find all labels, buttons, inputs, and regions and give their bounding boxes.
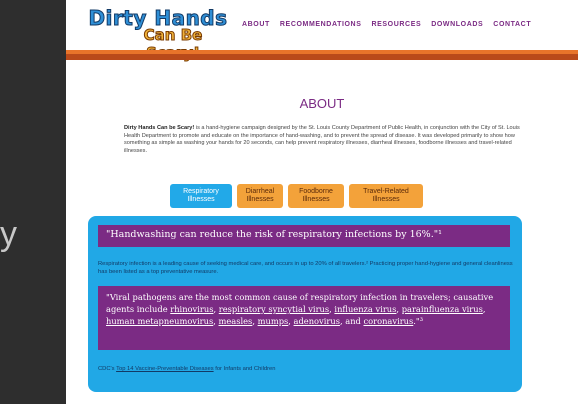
link-human-metapneumovirus[interactable]: human metapneumovirus (106, 316, 213, 326)
link-influenza-virus[interactable]: influenza virus (334, 304, 396, 314)
background-glyph: y (0, 215, 17, 253)
nav-contact[interactable]: CONTACT (493, 21, 531, 28)
link-coronavirus[interactable]: coronavirus (363, 316, 413, 326)
nav-downloads[interactable]: DOWNLOADS (431, 21, 483, 28)
page-title: ABOUT (299, 96, 345, 111)
link-measles[interactable]: measles (219, 316, 253, 326)
link-rhinovirus[interactable]: rhinovirus (170, 304, 213, 314)
tab-diarrheal[interactable]: Diarrheal Illnesses (237, 184, 283, 208)
link-cdc-vaccine-diseases[interactable]: Top 14 Vaccine-Preventable Diseases (116, 366, 214, 372)
intro-paragraph: Dirty Hands Can be Scary! is a hand-hygi… (124, 125, 524, 155)
tab-respiratory[interactable]: Respiratory Illnesses (170, 184, 232, 208)
link-mumps[interactable]: mumps (258, 316, 289, 326)
webpage: Dirty Hands Can Be Scary! ABOUT RECOMMEN… (66, 0, 578, 404)
quote-box-viral-pathogens: "Viral pathogens are the most common cau… (98, 286, 510, 350)
header-stripe-dark (66, 54, 578, 60)
tab-foodborne[interactable]: Foodborne Illnesses (288, 184, 344, 208)
illness-tabs: Respiratory Illnesses Diarrheal Illnesse… (170, 184, 423, 208)
link-adenovirus[interactable]: adenovirus (294, 316, 340, 326)
link-parainfluenza-virus[interactable]: parainfluenza virus (402, 304, 483, 314)
main-nav: ABOUT RECOMMENDATIONS RESOURCES DOWNLOAD… (242, 21, 531, 28)
intro-campaign-name: Dirty Hands Can be Scary! (124, 125, 195, 131)
link-respiratory-syncytial-virus[interactable]: respiratory syncytial virus (219, 304, 329, 314)
site-header: Dirty Hands Can Be Scary! ABOUT RECOMMEN… (66, 0, 578, 63)
cdc-reference: CDC's Top 14 Vaccine-Preventable Disease… (98, 366, 276, 372)
nav-resources[interactable]: RESOURCES (371, 21, 421, 28)
nav-recommendations[interactable]: RECOMMENDATIONS (280, 21, 362, 28)
site-logo[interactable]: Dirty Hands Can Be Scary! (88, 6, 228, 63)
quote-box-handwashing: "Handwashing can reduce the risk of resp… (98, 225, 510, 247)
tab-travel-related[interactable]: Travel-Related Illnesses (349, 184, 423, 208)
respiratory-paragraph: Respiratory infection is a leading cause… (98, 261, 513, 275)
nav-about[interactable]: ABOUT (242, 21, 270, 28)
respiratory-panel: "Handwashing can reduce the risk of resp… (88, 216, 522, 392)
